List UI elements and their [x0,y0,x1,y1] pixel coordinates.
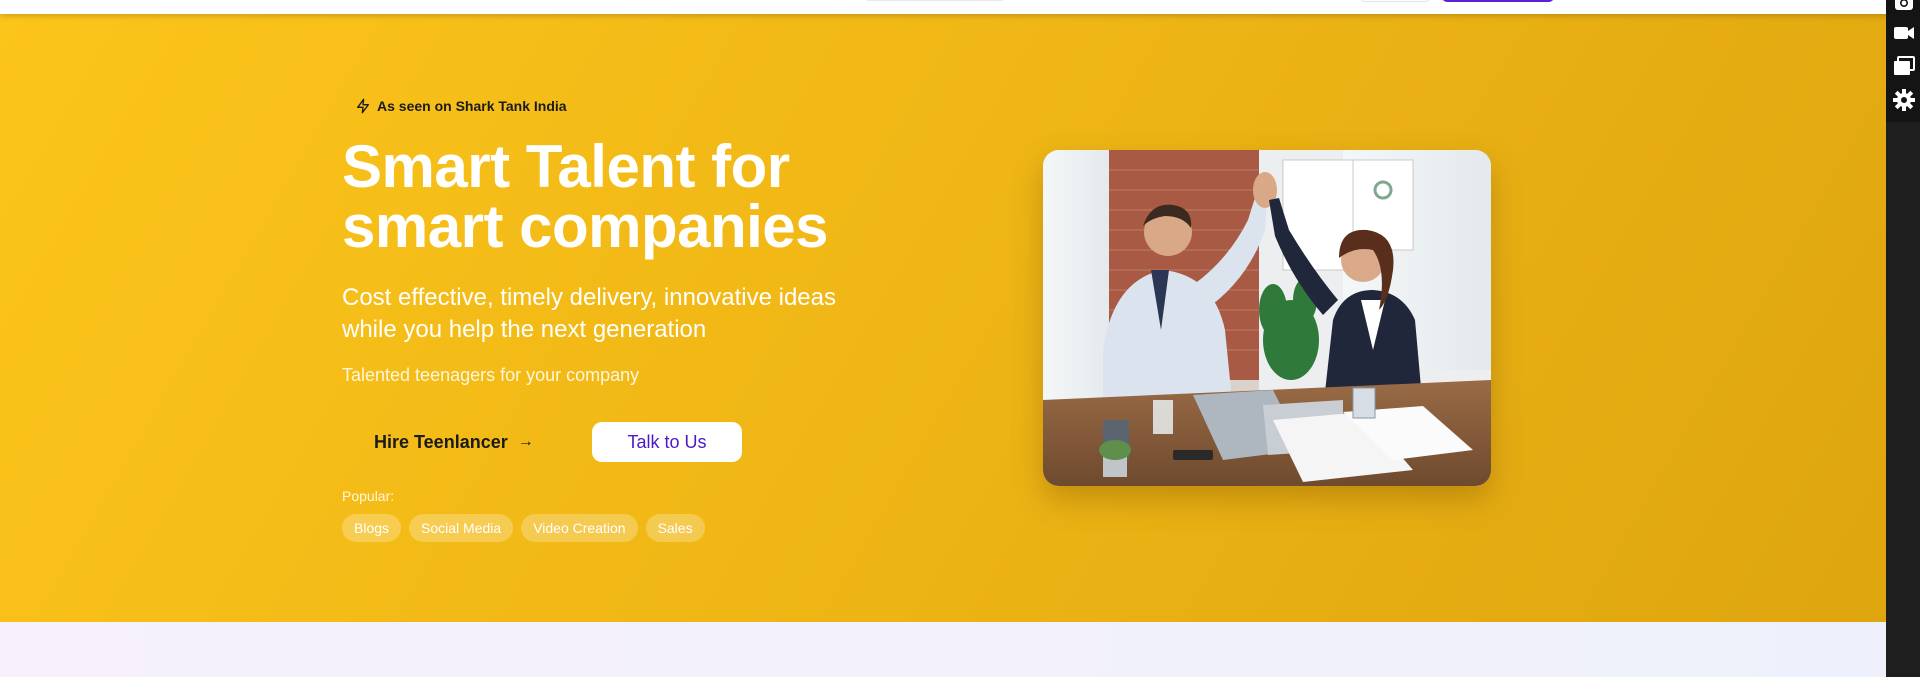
headline-line-2: smart companies [342,193,829,260]
talk-to-us-button[interactable]: Talk to Us [592,422,742,462]
hire-button-label: Hire Teenlancer [374,431,508,452]
tag-chip-video-creation[interactable]: Video Creation [521,514,638,542]
next-section-background [0,622,1900,677]
hero-subtitle: Cost effective, timely delivery, innovat… [342,282,942,346]
headline-line-1: Smart Talent for [342,133,790,200]
navbar-login-button[interactable] [1360,0,1430,2]
lightning-icon [357,98,369,114]
tag-chip-social-media[interactable]: Social Media [409,514,514,542]
popular-label: Popular: [342,488,395,504]
hero-tagline: Talented teenagers for your company [342,365,640,385]
top-navbar [0,0,1900,14]
subtitle-line-2: while you help the next generation [342,316,707,343]
office-photo-illustration [1043,150,1491,486]
hero-section [0,14,1900,622]
hero-headline: Smart Talent for smart companies [342,137,962,257]
camera-icon[interactable] [1893,0,1915,14]
browser-extension-sidebar [1886,0,1920,677]
popular-tags: Blogs Social Media Video Creation Sales [342,514,705,542]
hero-image-office-high-five [1043,150,1491,486]
tag-chip-blogs[interactable]: Blogs [342,514,402,542]
arrow-right-icon: → [517,433,534,450]
video-icon[interactable] [1893,22,1915,44]
navbar-signup-button[interactable] [1442,0,1554,2]
window-icon[interactable] [1893,55,1915,77]
gear-icon[interactable] [1893,89,1915,111]
subtitle-line-1: Cost effective, timely delivery, innovat… [342,284,837,311]
badge-text: As seen on Shark Tank India [377,98,567,114]
navbar-search[interactable] [865,0,1005,1]
tag-chip-sales[interactable]: Sales [645,514,705,542]
hire-teenlancer-button[interactable]: Hire Teenlancer → [342,422,566,462]
shark-tank-badge: As seen on Shark Tank India [355,98,567,114]
